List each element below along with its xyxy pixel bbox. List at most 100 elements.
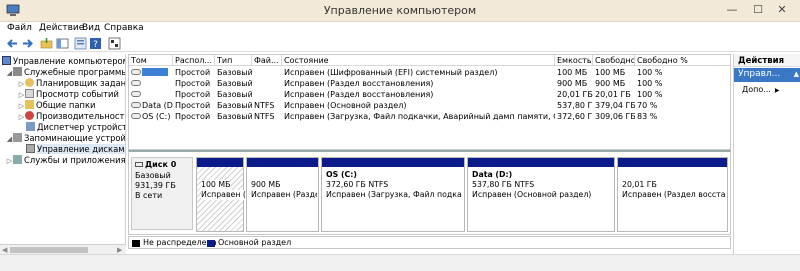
collapse-arrow-icon[interactable]: ◢: [6, 68, 13, 79]
volume-list: Том Распол... Тип Фай... Состояние Емкос…: [128, 54, 731, 150]
services-icon: [13, 155, 22, 164]
tree-item-storage[interactable]: ◢ Запоминающие устройст: [6, 133, 125, 145]
show-hide-tree-icon[interactable]: [56, 37, 69, 50]
tree-item-disk-management[interactable]: Управление дисками: [26, 144, 125, 155]
volume-capacity: 100 МБ: [557, 68, 588, 77]
menu-view[interactable]: Вид: [82, 23, 100, 33]
col-header-status[interactable]: Состояние: [282, 55, 555, 66]
col-header-type[interactable]: Тип: [215, 55, 252, 66]
partition-bar: [247, 158, 318, 167]
performance-icon: [25, 111, 34, 120]
expand-arrow-icon[interactable]: ▷: [18, 112, 25, 123]
volume-icon: [131, 80, 141, 86]
partition-bar: [197, 158, 243, 167]
forward-arrow-icon[interactable]: [21, 37, 34, 50]
partition-recovery-2[interactable]: 20,01 ГБ Исправен (Раздел восстанов: [617, 157, 728, 232]
disk-state: В сети: [135, 191, 163, 200]
menu-file[interactable]: Файл: [7, 23, 32, 33]
volume-status: Исправен (Загрузка, Файл подкачки, Авари…: [284, 112, 555, 121]
tree-item-shared-folders[interactable]: ▷ Общие папки: [18, 100, 96, 111]
col-header-free-pct[interactable]: Свободно %: [635, 55, 730, 66]
event-viewer-icon: [25, 89, 34, 98]
device-manager-icon: [26, 122, 35, 131]
properties-icon[interactable]: [74, 37, 87, 50]
volume-free-pct: 100 %: [637, 79, 663, 88]
menu-action[interactable]: Действие: [39, 23, 84, 33]
close-button[interactable]: ✕: [766, 0, 798, 20]
volume-row[interactable]: Простой Базовый Исправен (Раздел восстан…: [129, 89, 730, 100]
partition-size: 372,60 ГБ NTFS: [326, 180, 389, 189]
expand-arrow-icon[interactable]: ▷: [6, 156, 13, 167]
volume-free: 900 МБ: [595, 79, 626, 88]
back-arrow-icon[interactable]: [6, 37, 19, 50]
volume-fs: [252, 67, 282, 78]
tree-root[interactable]: Управление компьютером (л: [2, 56, 125, 67]
collapse-arrow-icon[interactable]: ◢: [6, 134, 13, 145]
volume-status: Исправен (Основной раздел): [284, 101, 407, 110]
col-header-capacity[interactable]: Емкость: [555, 55, 593, 66]
svg-text:?: ?: [93, 40, 98, 50]
actions-header: Действия: [734, 54, 800, 67]
tree-horizontal-scrollbar[interactable]: ◀ ▶: [0, 244, 126, 254]
partition-data[interactable]: Data (D:) 537,80 ГБ NTFS Исправен (Основ…: [467, 157, 615, 232]
volume-name: [129, 67, 173, 78]
menu-bar: Файл Действие Вид Справка: [0, 22, 800, 36]
partition-bar: [468, 158, 614, 167]
volume-layout: Простой: [175, 79, 211, 88]
volume-capacity: 372,60 ГБ: [557, 112, 593, 121]
partition-status: Исправен (Ц: [201, 190, 253, 200]
volume-row[interactable]: Data (D:) Простой Базовый NTFS Исправен …: [129, 100, 730, 111]
volume-free: 309,06 ГБ: [595, 112, 635, 121]
tree-item-services-apps[interactable]: ▷ Службы и приложения: [6, 155, 125, 167]
volume-type: Базовый: [217, 68, 252, 77]
tree-item-event-viewer[interactable]: ▷ Просмотр событий: [18, 89, 119, 100]
partition-status: Исправен (Загрузка, Файл подкачки, А: [326, 190, 462, 199]
clock-icon: [25, 78, 34, 87]
volume-layout: Простой: [175, 101, 211, 110]
volume-row[interactable]: Простой Базовый Исправен (Раздел восстан…: [129, 78, 730, 89]
col-header-filesystem[interactable]: Фай...: [252, 55, 282, 66]
partition-recovery-1[interactable]: 900 МБ Исправен (Раздел в: [246, 157, 319, 232]
legend-primary-swatch: [207, 240, 215, 247]
volume-list-header: Том Распол... Тип Фай... Состояние Емкос…: [129, 55, 730, 66]
disk-info[interactable]: Диск 0 Базовый 931,39 ГБ В сети: [131, 157, 193, 230]
partition-efi[interactable]: 100 МБ Исправен (Ц: [196, 157, 253, 232]
partition-status: Исправен (Основной раздел): [472, 190, 592, 199]
volume-capacity: 20,01 ГБ: [557, 90, 593, 99]
tree-item-device-manager[interactable]: Диспетчер устройств: [26, 122, 125, 133]
legend: Не распределена Основной раздел: [128, 236, 731, 249]
partition-size: 100 МБ: [201, 180, 231, 190]
volume-icon: [131, 113, 141, 119]
scroll-thumb[interactable]: [10, 247, 88, 253]
volume-free-pct: 100 %: [637, 90, 663, 99]
actions-selected-group[interactable]: Управл... ▲: [734, 68, 800, 82]
partition-os[interactable]: OS (C:) 372,60 ГБ NTFS Исправен (Загрузк…: [321, 157, 465, 232]
settings-grid-icon[interactable]: [108, 37, 121, 50]
tree-item-performance[interactable]: ▷ Производительность: [18, 111, 125, 123]
volume-row[interactable]: Простой Базовый Исправен (Шифрованный (E…: [129, 67, 730, 78]
col-header-volume[interactable]: Том: [129, 55, 173, 66]
volume-type: Базовый: [217, 90, 252, 99]
up-folder-icon[interactable]: [40, 37, 53, 50]
shared-folder-icon: [25, 100, 34, 109]
volume-free: 379,04 ГБ: [595, 101, 635, 110]
partition-status: Исправен (Раздел в: [251, 190, 317, 199]
volume-name: Data (D:): [129, 100, 173, 111]
tree-item-system-tools[interactable]: ◢ Служебные программы: [6, 67, 125, 79]
collapse-arrow-icon[interactable]: ▲: [794, 70, 799, 78]
more-actions-item[interactable]: Допо... ▶: [742, 85, 780, 94]
volume-row[interactable]: OS (C:) Простой Базовый NTFS Исправен (З…: [129, 111, 730, 122]
actions-pane: Действия Управл... ▲ Допо... ▶: [733, 54, 800, 254]
menu-help[interactable]: Справка: [104, 23, 144, 33]
volume-free-pct: 70 %: [637, 101, 658, 110]
volume-name: OS (C:): [129, 111, 173, 122]
volume-layout: Простой: [175, 112, 211, 121]
col-header-free[interactable]: Свободно: [593, 55, 635, 66]
col-header-layout[interactable]: Распол...: [173, 55, 215, 66]
tree-item-task-scheduler[interactable]: ▷Планировщик заданий: [18, 78, 125, 89]
volume-highlight: [142, 68, 168, 76]
help-icon[interactable]: ?: [89, 37, 102, 50]
disk-graphical-view: Диск 0 Базовый 931,39 ГБ В сети 100 МБ И…: [128, 150, 731, 235]
disk-management-icon: [26, 144, 35, 153]
minimize-button[interactable]: —: [718, 0, 746, 20]
